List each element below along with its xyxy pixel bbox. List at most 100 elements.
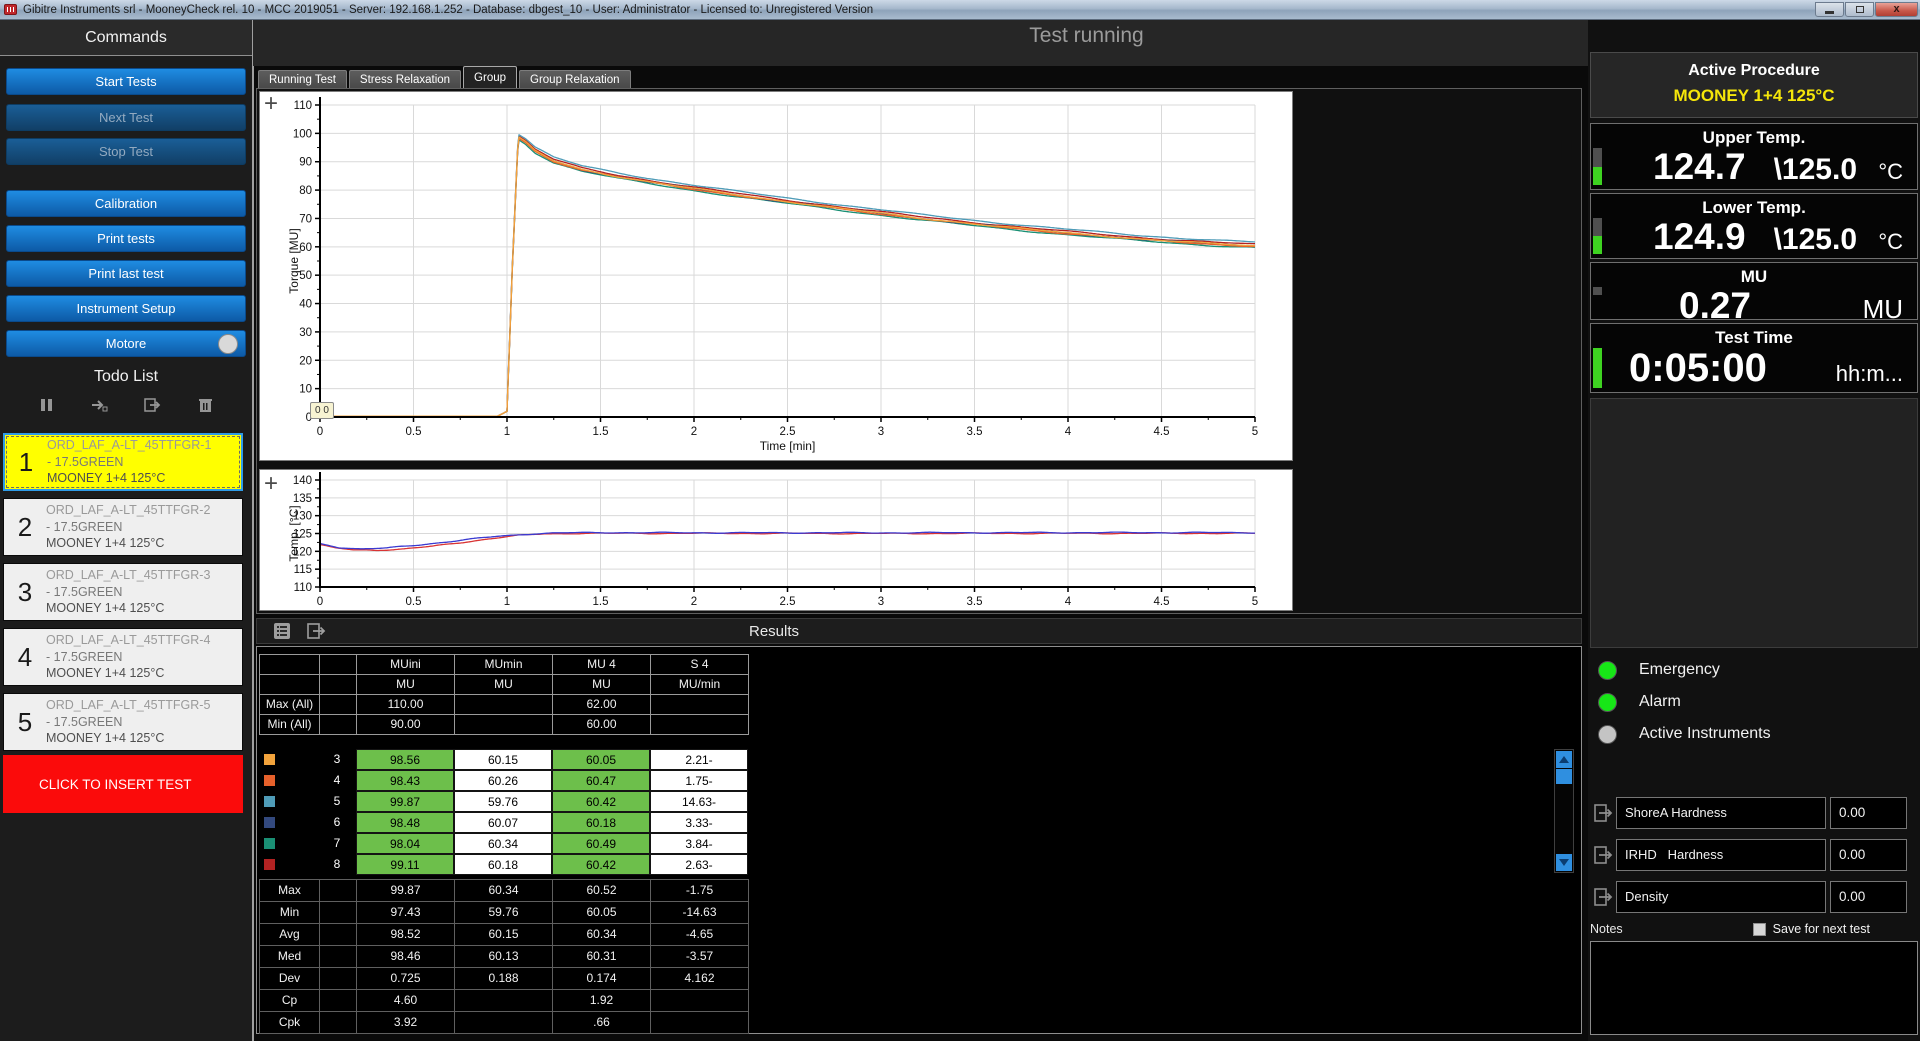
shorea-hardness-value[interactable]: 0.00 <box>1830 797 1907 829</box>
result-cell: 60.42 <box>552 791 650 812</box>
start-tests-button[interactable]: Start Tests <box>6 68 246 95</box>
temperature-chart[interactable]: 11011512012513013514000.511.522.533.544.… <box>260 470 1294 612</box>
todo-item-4[interactable]: 4 ORD_LAF_A-LT_45TTFGR-4 - 17.5GREEN MOO… <box>3 628 243 686</box>
scroll-down-button[interactable] <box>1556 854 1572 871</box>
column-header: MUini <box>357 655 455 675</box>
next-test-button[interactable]: Next Test <box>6 104 246 131</box>
pause-icon[interactable] <box>39 397 54 413</box>
result-cell: 60.18 <box>552 812 650 833</box>
export-measure-icon[interactable] <box>1594 803 1614 823</box>
todo-item-2[interactable]: 2 ORD_LAF_A-LT_45TTFGR-2 - 17.5GREEN MOO… <box>3 498 243 556</box>
gauge-title: Lower Temp. <box>1591 198 1917 218</box>
irhd-hardness-field[interactable]: IRHD Hardness <box>1616 839 1826 871</box>
todo-item-detail: - 17.5GREEN <box>46 519 210 536</box>
status-label: Emergency <box>1639 661 1720 679</box>
todo-toolbar <box>0 394 252 416</box>
stat-value: 60.31 <box>553 946 651 968</box>
todo-item-3[interactable]: 3 ORD_LAF_A-LT_45TTFGR-3 - 17.5GREEN MOO… <box>3 563 243 621</box>
tab-running-test[interactable]: Running Test <box>258 70 347 90</box>
stat-value: 60.15 <box>455 924 553 946</box>
crosshair-icon[interactable]: + <box>264 470 278 498</box>
scrollbar-thumb[interactable] <box>1556 769 1572 784</box>
density-field[interactable]: Density <box>1616 881 1826 913</box>
export-measure-icon[interactable] <box>1594 845 1614 865</box>
results-scrollbar[interactable] <box>1554 749 1574 873</box>
stat-value: 60.34 <box>455 880 553 902</box>
close-button[interactable]: x <box>1875 2 1918 17</box>
cell <box>320 1012 357 1034</box>
column-header: MUmin <box>455 655 553 675</box>
torque-chart[interactable]: 010203040506070809010011000.511.522.533.… <box>260 92 1294 462</box>
trash-icon[interactable] <box>198 397 213 413</box>
table-row[interactable]: 8 99.11 60.18 60.42 2.63- <box>259 854 748 875</box>
todo-item-number: 2 <box>4 512 46 543</box>
print-tests-button[interactable]: Print tests <box>6 225 246 252</box>
calibration-button[interactable]: Calibration <box>6 190 246 217</box>
save-for-next-test-checkbox[interactable] <box>1753 923 1766 936</box>
gauge-upper-temp: Upper Temp. 124.7\125.0°C <box>1590 123 1918 190</box>
gauge-value: 124.9 <box>1653 216 1746 258</box>
move-test-icon[interactable] <box>90 397 108 413</box>
limit-row-label: Max (All) <box>260 695 320 715</box>
svg-text:70: 70 <box>299 213 312 225</box>
svg-text:0.5: 0.5 <box>406 426 422 438</box>
svg-text:60: 60 <box>299 242 312 254</box>
stat-value: 97.43 <box>357 902 455 924</box>
table-row[interactable]: 7 98.04 60.34 60.49 3.84- <box>259 833 748 854</box>
minimize-button[interactable] <box>1815 2 1844 17</box>
tab-group-relaxation[interactable]: Group Relaxation <box>519 70 631 90</box>
svg-text:4: 4 <box>1065 426 1072 438</box>
svg-text:0.5: 0.5 <box>406 596 422 608</box>
todo-item-5[interactable]: 5 ORD_LAF_A-LT_45TTFGR-5 - 17.5GREEN MOO… <box>3 693 243 751</box>
result-cell: 98.56 <box>356 749 454 770</box>
scroll-up-button[interactable] <box>1556 751 1572 768</box>
table-row[interactable]: 6 98.48 60.07 60.18 3.33- <box>259 812 748 833</box>
notes-input[interactable] <box>1590 941 1918 1035</box>
svg-text:50: 50 <box>299 270 312 282</box>
restore-button[interactable] <box>1845 2 1874 17</box>
limit-row-label: Min (All) <box>260 715 320 735</box>
crosshair-icon[interactable]: + <box>264 90 278 118</box>
instrument-setup-button[interactable]: Instrument Setup <box>6 295 246 322</box>
series-swatch <box>259 812 319 833</box>
todo-item-procedure: MOONEY 1+4 125°C <box>46 730 210 747</box>
insert-test-button[interactable]: CLICK TO INSERT TEST <box>3 755 243 813</box>
todo-item-1[interactable]: 1 ORD_LAF_A-LT_45TTFGR-1 - 17.5GREEN MOO… <box>3 433 243 491</box>
print-last-test-button[interactable]: Print last test <box>6 260 246 287</box>
todo-list-title: Todo List <box>0 368 252 386</box>
stat-value <box>651 990 749 1012</box>
svg-text:2: 2 <box>691 426 697 438</box>
cell <box>320 655 357 675</box>
test-number: 5 <box>319 791 356 812</box>
limit-value <box>455 695 553 715</box>
tab-stress-relaxation[interactable]: Stress Relaxation <box>349 70 461 90</box>
stat-value: 3.92 <box>357 1012 455 1034</box>
table-row[interactable]: 3 98.56 60.15 60.05 2.21- <box>259 749 748 770</box>
series-swatch <box>259 749 319 770</box>
export-measure-icon[interactable] <box>1594 887 1614 907</box>
cell <box>320 715 357 735</box>
svg-text:115: 115 <box>294 564 312 576</box>
stop-test-button[interactable]: Stop Test <box>6 138 246 165</box>
shorea-hardness-field[interactable]: ShoreA Hardness <box>1616 797 1826 829</box>
motore-indicator <box>218 334 238 354</box>
stat-value: -4.65 <box>651 924 749 946</box>
active-procedure-title: Active Procedure <box>1591 62 1917 80</box>
motore-toggle-button[interactable]: Motore <box>6 330 246 357</box>
stat-value <box>455 990 553 1012</box>
unit-header: MU/min <box>651 675 749 695</box>
irhd-hardness-value[interactable]: 0.00 <box>1830 839 1907 871</box>
motore-label: Motore <box>106 331 146 357</box>
result-cell: 60.07 <box>454 812 552 833</box>
tab-group[interactable]: Group <box>463 66 517 90</box>
stat-value: 60.05 <box>553 902 651 924</box>
table-row[interactable]: 5 99.87 59.76 60.42 14.63- <box>259 791 748 812</box>
stat-value: 0.174 <box>553 968 651 990</box>
tab-bar: Running Test Stress Relaxation Group Gro… <box>258 66 631 90</box>
density-value[interactable]: 0.00 <box>1830 881 1907 913</box>
cell <box>320 675 357 695</box>
torque-chart-panel: + 010203040506070809010011000.511.522.53… <box>259 91 1293 461</box>
export-test-icon[interactable] <box>144 397 162 413</box>
table-row[interactable]: 4 98.43 60.26 60.47 1.75- <box>259 770 748 791</box>
stat-value <box>651 1012 749 1034</box>
